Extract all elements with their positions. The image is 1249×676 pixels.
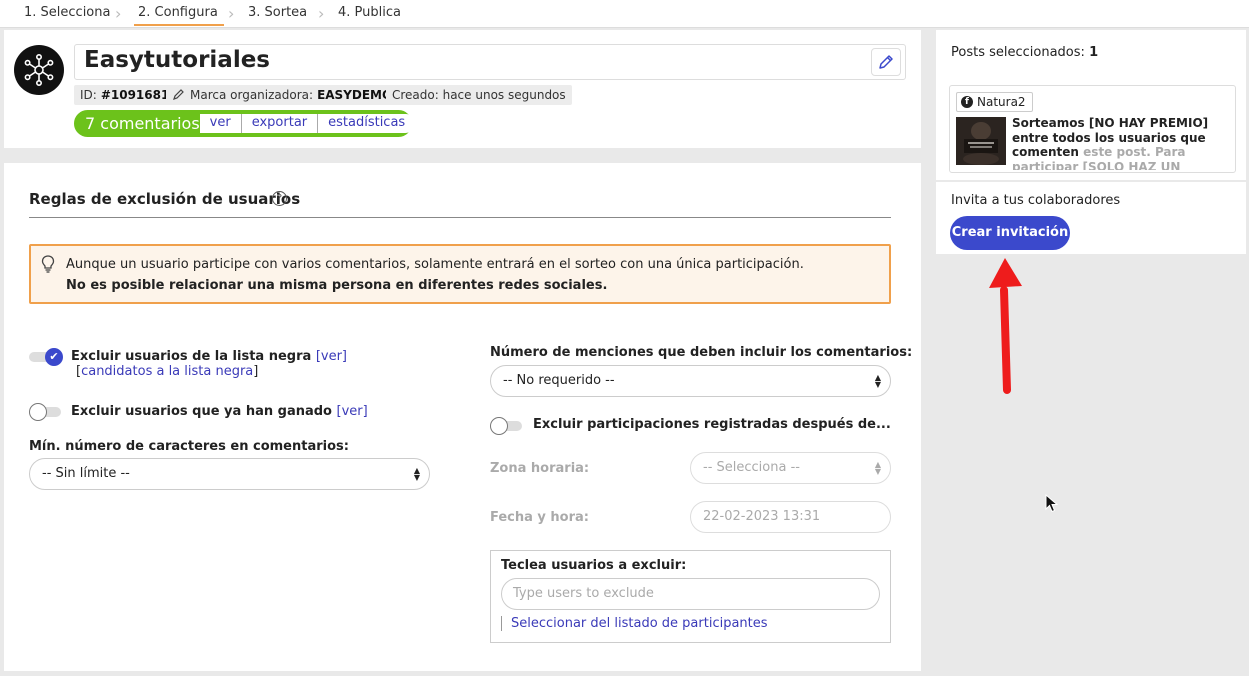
blacklist-candidates-link[interactable]: candidatos a la lista negra [81, 364, 253, 379]
select-arrows-icon: ▲ ▼ [874, 373, 881, 389]
chevron-right-icon: › [115, 4, 122, 23]
create-invitation-button[interactable]: Crear invitación [950, 216, 1070, 250]
statistics-link[interactable]: estadísticas [317, 114, 415, 133]
select-arrows-icon: ▲ ▼ [413, 466, 420, 482]
step-publica[interactable]: 4. Publica [338, 5, 401, 20]
step-configura[interactable]: 2. Configura [134, 5, 224, 26]
winners-label: Excluir usuarios que ya han ganado [ver] [71, 404, 368, 419]
exclude-users-input[interactable]: Type users to exclude [501, 578, 880, 610]
post-excerpt: Sorteamos [NO HAY PREMIO] entre todos lo… [1012, 116, 1209, 170]
section-title: Reglas de exclusión de usuarios [29, 190, 301, 208]
step-selecciona[interactable]: 1. Selecciona [24, 5, 110, 20]
lightbulb-icon [41, 255, 55, 277]
facebook-icon: f [961, 96, 973, 108]
title-field[interactable]: Easytutoriales [74, 44, 906, 80]
post-thumbnail [956, 117, 1006, 165]
blacklist-toggle[interactable]: ✔ [29, 348, 63, 366]
select-arrows-icon: ▲ ▼ [874, 460, 881, 476]
winners-view-link[interactable]: [ver] [337, 404, 368, 419]
edit-title-button[interactable] [871, 48, 901, 76]
selected-posts-panel: Posts seleccionados: 1 f Natura2 Sorteam… [936, 30, 1246, 180]
invite-panel: Invita a tus colaboradores Crear invitac… [936, 182, 1246, 254]
contest-id-badge: ID: #1091681 [74, 85, 176, 105]
exclude-users-title: Teclea usuarios a excluir: [501, 558, 687, 573]
export-comments-link[interactable]: exportar [240, 114, 317, 133]
check-icon: ✔ [45, 348, 63, 366]
invite-label: Invita a tus colaboradores [951, 193, 1121, 208]
divider [29, 217, 891, 218]
exclude-users-box: Teclea usuarios a excluir: Type users to… [490, 550, 891, 643]
created-badge: Creado: hace unos segundos [386, 85, 572, 105]
notice-warning: No es posible relacionar una misma perso… [66, 278, 608, 293]
brand-badge: Marca organizadora: EASYDEMOS [166, 85, 407, 105]
timezone-label: Zona horaria: [490, 461, 590, 476]
exclusion-rules-panel: Reglas de exclusión de usuarios ? Aunque… [4, 163, 921, 671]
step-sortea[interactable]: 3. Sortea [248, 5, 307, 20]
posts-selected-label: Posts seleccionados: 1 [951, 45, 1099, 60]
mentions-label: Número de menciones que deben incluir lo… [490, 345, 913, 360]
post-source-tag: f Natura2 [956, 92, 1033, 112]
post-card[interactable]: f Natura2 Sorteamos [NO HAY PREMIO] entr… [949, 85, 1236, 173]
blacklist-label: Excluir usuarios de la lista negra [ver] [71, 349, 348, 364]
stepper: 1. Selecciona › 2. Configura › 3. Sortea… [0, 0, 1249, 28]
winners-toggle[interactable] [29, 403, 63, 421]
pencil-icon [173, 89, 184, 100]
min-chars-select[interactable]: -- Sin límite -- ▲ ▼ [29, 458, 430, 490]
notice-text: Aunque un usuario participe con varios c… [66, 257, 804, 272]
annotation-arrow-icon [989, 258, 1022, 394]
min-chars-label: Mín. número de caracteres en comentarios… [29, 439, 349, 454]
datetime-label: Fecha y hora: [490, 510, 589, 525]
comments-bar: 7 comentarios ver exportar estadísticas [74, 110, 416, 137]
mentions-select[interactable]: -- No requerido -- ▲ ▼ [490, 365, 891, 397]
help-icon[interactable]: ? [272, 191, 287, 206]
datetime-input[interactable]: 22-02-2023 13:31 [690, 501, 891, 533]
contest-header: Easytutoriales ID: #1091681 Marca organiz… [4, 30, 921, 148]
network-logo-icon [14, 45, 64, 95]
chevron-right-icon: › [228, 4, 235, 23]
pencil-icon [879, 55, 893, 69]
timezone-select[interactable]: -- Selecciona -- ▲ ▼ [690, 452, 891, 484]
select-participants-link[interactable]: Seleccionar del listado de participantes [501, 616, 768, 631]
info-notice: Aunque un usuario participe con varios c… [29, 244, 891, 304]
blacklist-candidates: [candidatos a la lista negra] [76, 364, 259, 379]
after-date-toggle[interactable] [490, 417, 524, 435]
blacklist-view-link[interactable]: [ver] [316, 349, 347, 364]
chevron-right-icon: › [318, 4, 325, 23]
comments-count: 7 comentarios [85, 114, 200, 133]
view-comments-link[interactable]: ver [200, 114, 241, 133]
page-title: Easytutoriales [84, 47, 270, 73]
after-date-label: Excluir participaciones registradas desp… [533, 417, 891, 432]
mouse-cursor-icon [1045, 494, 1059, 513]
